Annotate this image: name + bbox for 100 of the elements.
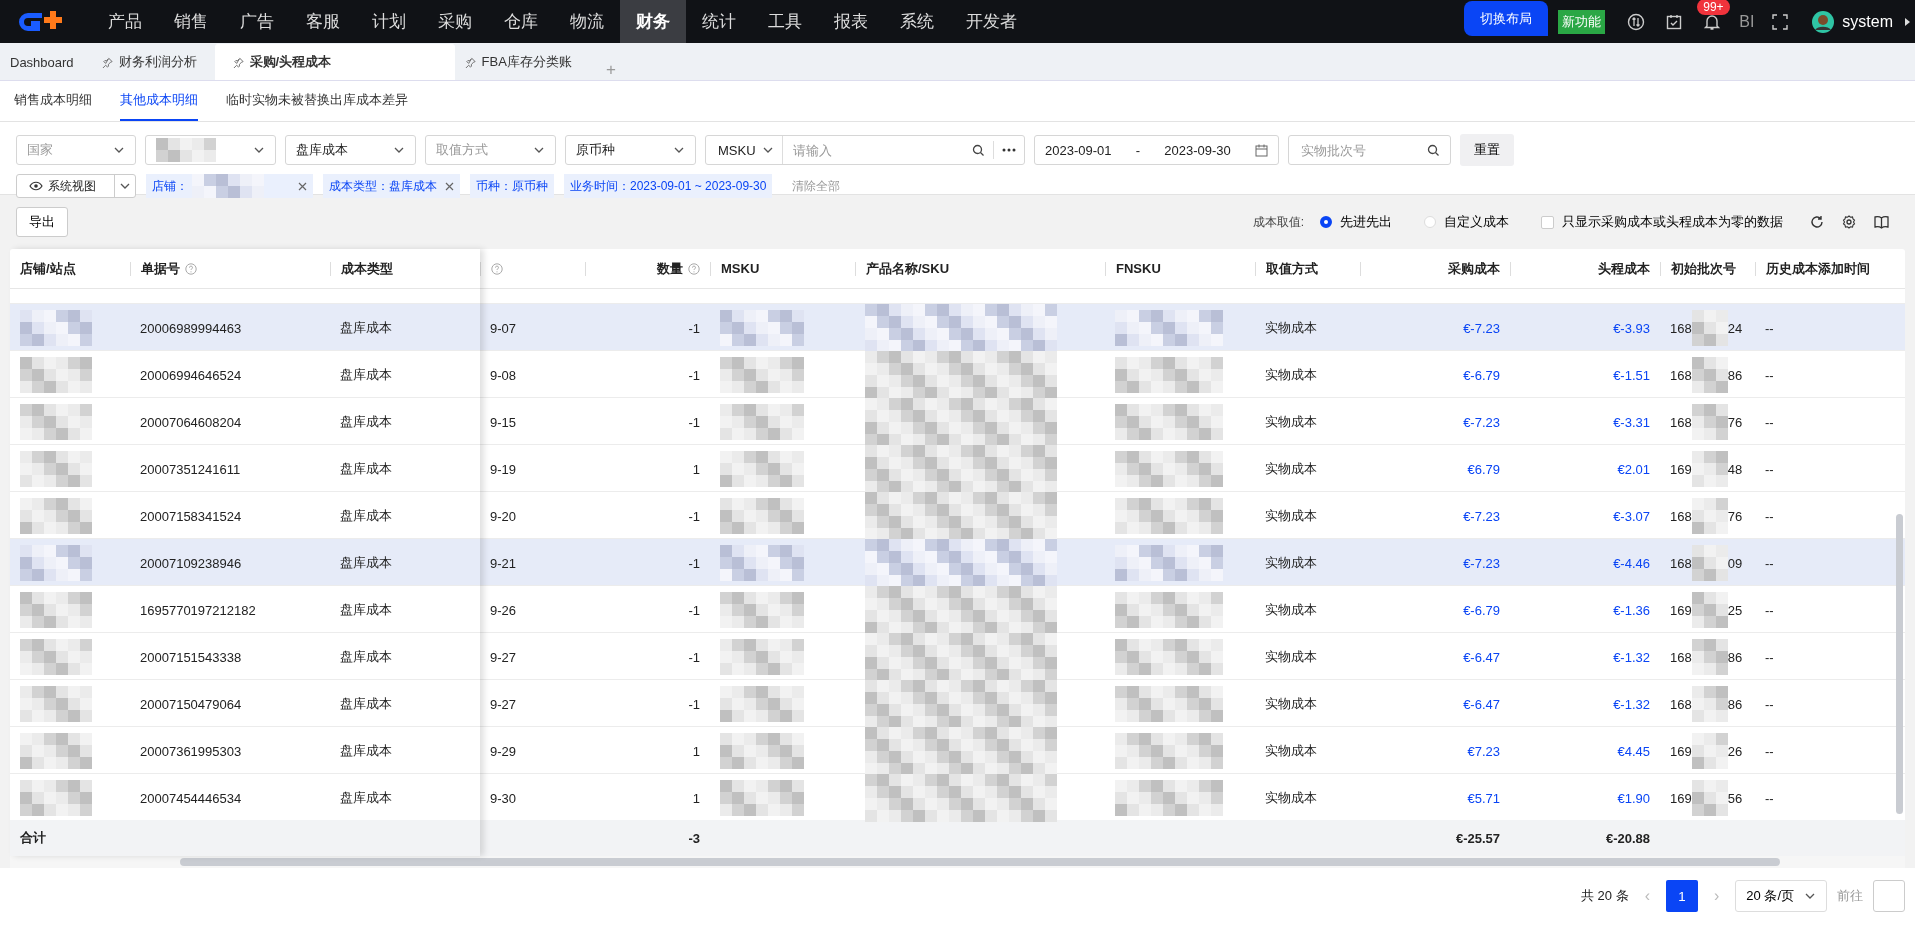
msku-search-box[interactable]: MSKU 请输入 (705, 135, 1025, 165)
nav-item[interactable]: 广告 (224, 0, 290, 43)
page-tab[interactable]: FBA库存分类账 (454, 44, 590, 80)
nav-item[interactable]: 物流 (554, 0, 620, 43)
filter-tag[interactable]: 业务时间：2023-09-01 ~ 2023-09-30 (564, 174, 773, 198)
bi-button[interactable]: BI (1739, 12, 1755, 31)
bell-icon[interactable] (1703, 12, 1722, 31)
page-button[interactable]: 1 (1666, 880, 1698, 912)
field-select[interactable]: MSKU (718, 142, 756, 158)
nav-item[interactable]: 财务 (620, 0, 686, 43)
scrollbar[interactable] (180, 858, 1780, 866)
switch-layout-button[interactable]: 切换布局 (1464, 1, 1549, 36)
table-row[interactable]: 20007064608204 盘库成本 9-15 -1 实物成本 €-7.23 €-3.31 168 76 -- (10, 397, 1905, 444)
table-row[interactable]: 1695770197212182 盘库成本 9-26 -1 实物成本 €-6.79 €-1.36 169 25 -- (10, 585, 1905, 632)
refresh-icon[interactable] (1810, 215, 1824, 229)
table-row[interactable]: 20007454446534 盘库成本 9-30 1 实物成本 €5.71 €1.90 169 56 -- (10, 773, 1905, 820)
cost-link[interactable]: €-3.93 (1613, 320, 1650, 336)
nav-item[interactable]: 开发者 (950, 0, 1033, 43)
scrollbar[interactable] (1896, 514, 1903, 814)
column-header[interactable]: 采购成本 (1448, 259, 1500, 278)
date-range-field[interactable]: 2023-09-01 - 2023-09-30 (1034, 135, 1279, 165)
cost-link[interactable]: €-6.79 (1463, 367, 1500, 383)
filter-select[interactable]: 原币种 (565, 135, 696, 165)
column-header[interactable]: 产品名称/SKU (866, 259, 950, 278)
radio-option[interactable]: 先进先出 (1314, 212, 1398, 232)
nav-item[interactable]: 采购 (422, 0, 488, 43)
cost-link[interactable]: €-3.07 (1613, 508, 1650, 524)
cost-link[interactable]: €-1.51 (1613, 367, 1650, 383)
cost-link[interactable]: €-1.32 (1613, 696, 1650, 712)
filter-tag[interactable]: 币种：原币种 (470, 174, 554, 198)
fullscreen-icon[interactable] (1772, 13, 1789, 30)
column-header[interactable]: 历史成本添加时间 (1766, 259, 1870, 278)
column-header[interactable]: 初始批次号 (1671, 259, 1736, 278)
sub-tab[interactable]: 其他成本明细 (120, 81, 198, 121)
filter-tag[interactable]: 成本类型：盘库成本 (323, 174, 460, 198)
table-row[interactable]: 20007361995303 盘库成本 9-29 1 实物成本 €7.23 €4.45 169 26 -- (10, 726, 1905, 773)
filter-tag[interactable]: 店铺： (146, 174, 313, 198)
column-header[interactable]: 头程成本 (1598, 259, 1650, 278)
swap-icon[interactable] (1627, 12, 1646, 31)
nav-item[interactable]: 仓库 (488, 0, 554, 43)
nav-item[interactable]: 产品 (92, 0, 158, 43)
column-header[interactable]: 取值方式 (1266, 259, 1318, 278)
calendar-check-icon[interactable] (1665, 12, 1684, 31)
column-header[interactable]: MSKU (721, 261, 760, 276)
table-row[interactable]: 20007158341524 盘库成本 9-20 -1 实物成本 €-7.23 €-3.07 168 76 -- (10, 491, 1905, 538)
nav-item[interactable]: 系统 (884, 0, 950, 43)
cost-link[interactable]: €-7.23 (1463, 508, 1500, 524)
table-row[interactable]: 20006989994463 盘库成本 9-07 -1 实物成本 €-7.23 €-3.93 168 24 -- (10, 303, 1905, 350)
nav-item[interactable]: 销售 (158, 0, 224, 43)
table-row[interactable]: 20007151543338 盘库成本 9-27 -1 实物成本 €-6.47 €-1.32 168 86 -- (10, 632, 1905, 679)
zero-only-checkbox[interactable]: 只显示采购成本或头程成本为零的数据 (1535, 212, 1789, 232)
cost-link[interactable]: €-7.23 (1463, 555, 1500, 571)
cost-link[interactable]: €2.01 (1617, 461, 1650, 477)
page-tab[interactable]: 财务利润分析 (91, 44, 215, 80)
table-row[interactable]: 20007109238946 盘库成本 9-21 -1 实物成本 €-7.23 €-4.46 168 09 -- (10, 538, 1905, 585)
nav-item[interactable]: 统计 (686, 0, 752, 43)
book-icon[interactable] (1874, 215, 1889, 229)
column-header[interactable]: 数量 (657, 259, 683, 278)
close-icon[interactable] (445, 181, 454, 191)
batch-search-box[interactable]: 实物批次号 (1288, 135, 1451, 165)
view-dropdown[interactable]: 系统视图 (16, 174, 136, 198)
cost-link[interactable]: €4.45 (1617, 743, 1650, 759)
table-row[interactable]: 20007150479064 盘库成本 9-27 -1 实物成本 €-6.47 €-1.32 168 86 -- (10, 679, 1905, 726)
cost-link[interactable]: €6.79 (1467, 461, 1500, 477)
cost-link[interactable]: €1.90 (1617, 790, 1650, 806)
sub-tab[interactable]: 临时实物未被替换出库成本差异 (226, 81, 408, 121)
nav-item[interactable]: 客服 (290, 0, 356, 43)
page-tab[interactable]: Dashboard (0, 44, 92, 80)
cost-link[interactable]: €7.23 (1467, 743, 1500, 759)
nav-item[interactable]: 报表 (818, 0, 884, 43)
cost-link[interactable]: €-1.32 (1613, 649, 1650, 665)
goto-page-field[interactable] (1873, 880, 1905, 912)
page-size-select[interactable]: 20 条/页 (1735, 880, 1827, 912)
column-header[interactable]: 单据号 (141, 259, 180, 278)
table-row[interactable]: 20007351241611 盘库成本 9-19 1 实物成本 €6.79 €2.01 169 48 -- (10, 444, 1905, 491)
filter-select[interactable]: 盘库成本 (285, 135, 416, 165)
avatar-icon[interactable] (1812, 10, 1835, 33)
column-header[interactable]: 店铺/站点 (20, 259, 76, 278)
export-button[interactable]: 导出 (16, 207, 68, 237)
sub-tab[interactable]: 销售成本明细 (14, 81, 92, 121)
page-tab[interactable]: 采购/头程成本 (214, 44, 455, 80)
settings-icon[interactable] (1842, 215, 1856, 229)
nav-item[interactable]: 计划 (356, 0, 422, 43)
radio-option[interactable]: 自定义成本 (1418, 212, 1515, 232)
column-header[interactable]: FNSKU (1116, 261, 1161, 276)
cost-link[interactable]: €-4.46 (1613, 555, 1650, 571)
close-icon[interactable] (298, 181, 307, 191)
cost-link[interactable]: €-6.79 (1463, 602, 1500, 618)
cost-link[interactable]: €5.71 (1467, 790, 1500, 806)
table-row[interactable]: 20006994646524 盘库成本 9-08 -1 实物成本 €-6.79 €-1.51 168 86 -- (10, 350, 1905, 397)
cost-link[interactable]: €-1.36 (1613, 602, 1650, 618)
cost-link[interactable]: €-3.31 (1613, 414, 1650, 430)
nav-item[interactable]: 工具 (752, 0, 818, 43)
cost-link[interactable]: €-6.47 (1463, 649, 1500, 665)
reset-button[interactable]: 重置 (1460, 134, 1514, 166)
cost-link[interactable]: €-7.23 (1463, 414, 1500, 430)
more-icon[interactable] (1002, 148, 1016, 152)
column-header[interactable]: 成本类型 (341, 259, 393, 278)
cost-link[interactable]: €-6.47 (1463, 696, 1500, 712)
cost-link[interactable]: €-7.23 (1463, 320, 1500, 336)
